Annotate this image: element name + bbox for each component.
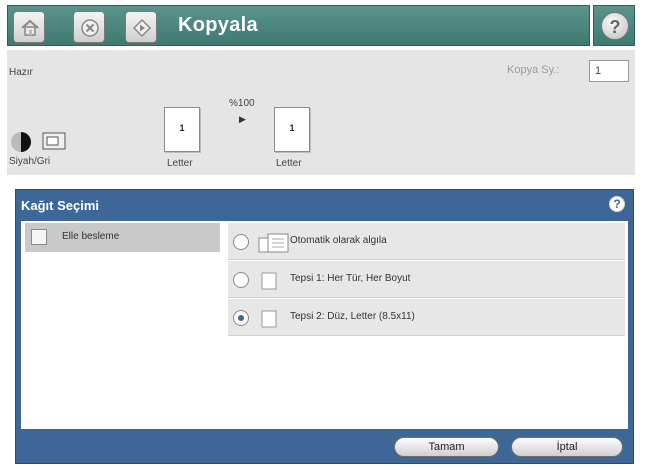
dialog-help-label: ? [613,197,621,211]
manual-feed-label: Elle besleme [62,231,120,242]
option-auto-detect-label: Otomatik olarak algıla [290,235,387,246]
ok-button[interactable]: Tamam [394,437,499,457]
color-mode-icon[interactable] [7,130,77,154]
stop-button[interactable] [73,11,105,43]
original-page[interactable]: 1 [164,107,200,152]
status-panel: Hazır Kopya Sy.: 1 %100 ▶ 1 Letter 1 Let… [7,50,635,175]
original-size: Letter [167,158,193,169]
option-tray-1-label: Tepsi 1: Her Tür, Her Boyut [290,273,411,284]
dialog-help-icon[interactable]: ? [609,196,625,212]
option-tray-1[interactable]: Tepsi 1: Her Tür, Her Boyut [228,261,625,298]
paper-icon [261,310,277,328]
home-icon [21,19,39,36]
radio-tray-2[interactable] [233,310,249,326]
auto-paper-icon [258,233,289,253]
start-icon [132,18,152,38]
copies-label: Kopya Sy.: [507,64,560,76]
page-title: Kopyala [178,14,258,36]
radio-auto-detect[interactable] [233,234,249,250]
option-tray-2-label: Tepsi 2: Düz, Letter (8.5x11) [290,311,415,322]
scale-value: %100 [229,98,255,109]
output-page[interactable]: 1 [274,107,310,152]
paper-icon [261,272,277,290]
help-button[interactable]: ? [593,5,635,46]
original-count: 1 [179,123,185,133]
manual-feed-option[interactable]: Elle besleme [25,223,220,252]
status-text: Hazır [9,67,33,78]
output-size: Letter [276,158,302,169]
top-bar: Kopyala [7,5,590,46]
start-button[interactable] [125,11,157,43]
paper-selection-dialog: Kağıt Seçimi ? Elle besleme Otomatik ola… [15,189,634,464]
color-mode-label: Siyah/Gri [9,156,51,167]
option-auto-detect[interactable]: Otomatik olarak algıla [228,223,625,260]
radio-tray-1[interactable] [233,272,249,288]
cancel-button[interactable]: İptal [511,437,623,457]
option-tray-2[interactable]: Tepsi 2: Düz, Letter (8.5x11) [228,299,625,336]
dialog-title: Kağıt Seçimi [21,198,100,213]
home-button[interactable] [13,11,45,43]
stop-icon [81,19,99,37]
arrow-right-icon: ▶ [239,114,246,124]
dialog-body: Elle besleme Otomatik olarak algıla Teps… [21,221,628,429]
output-count: 1 [289,123,295,133]
help-icon: ? [601,12,629,40]
dialog-footer: Tamam İptal [16,429,633,463]
manual-feed-checkbox[interactable] [31,229,47,245]
copies-field[interactable]: 1 [589,60,629,82]
